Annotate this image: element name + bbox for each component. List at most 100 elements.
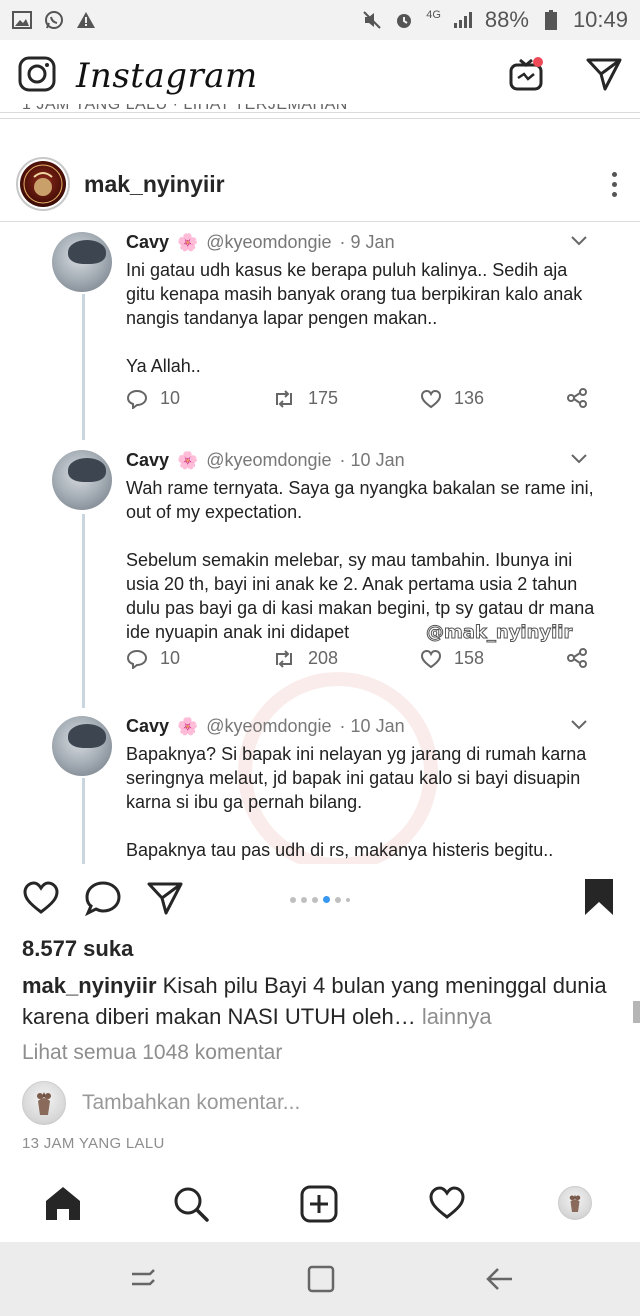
image-watermark-tag: @mak_nyinyiir (425, 622, 573, 644)
tweet-header: Cavy 🌸 @kyeomdongie · 9 Jan (126, 232, 395, 253)
tweet-date: · 10 Jan (339, 716, 405, 736)
post-author-username[interactable]: mak_nyinyiir (84, 171, 225, 198)
carousel-dot (346, 897, 350, 902)
previous-post-meta: 1 JAM YANG LALU · LIHAT TERJEMAHAN (22, 104, 348, 113)
likes-count[interactable]: 8.577 suka (22, 936, 133, 962)
avatar-logo (20, 161, 66, 207)
tweet-author-name: Cavy (126, 450, 170, 470)
profile-avatar[interactable] (558, 1186, 592, 1220)
signal-icon (453, 10, 473, 30)
previous-post-divider (0, 118, 640, 119)
post-image[interactable]: Cavy 🌸 @kyeomdongie · 9 Jan Ini gatau ud… (0, 222, 640, 864)
tweet-header: Cavy 🌸 @kyeomdongie · 10 Jan (126, 716, 405, 737)
retweet-icon (276, 649, 292, 668)
status-bar-right: 4G 88% 10:49 (362, 7, 628, 33)
carousel-dot (335, 896, 341, 903)
caption-more-link[interactable]: lainnya (416, 1004, 492, 1029)
post-header: mak_nyinyiir (0, 148, 640, 220)
tweet-paragraph: Ini gatau udh kasus ke berapa puluh kali… (126, 260, 583, 328)
scrollbar[interactable] (633, 1001, 640, 1023)
clock: 10:49 (572, 7, 628, 32)
carousel-dot-active (323, 896, 330, 903)
whatsapp-icon (44, 10, 64, 30)
add-comment-input[interactable]: Tambahkan komentar... (82, 1091, 300, 1115)
igtv-icon[interactable] (508, 56, 544, 97)
carousel-indicator (290, 896, 350, 903)
view-all-comments-link[interactable]: Lihat semua 1048 komentar (22, 1041, 282, 1065)
tweet-paragraph: Bapaknya tau pas udh di rs, makanya hist… (126, 840, 554, 860)
share-icon (566, 388, 588, 408)
status-bar: 4G 88% 10:49 (0, 0, 640, 40)
caption-username[interactable]: mak_nyinyiir (22, 973, 157, 998)
like-heart-icon[interactable] (22, 880, 60, 921)
tweet-author-name: Cavy (126, 232, 170, 252)
status-bar-left (12, 10, 96, 30)
carousel-dot (290, 896, 296, 903)
tweet-date: · 10 Jan (339, 450, 405, 470)
reply-count: 10 (126, 388, 180, 409)
tweet-actions: 10 208 158 (126, 648, 596, 674)
thread-line (82, 514, 85, 708)
tweet-handle: @kyeomdongie (206, 232, 332, 252)
chevron-down-icon (570, 452, 588, 470)
system-navigation-bar (0, 1242, 640, 1316)
flower-emoji: 🌸 (177, 716, 199, 736)
chevron-down-icon (570, 718, 588, 736)
direct-message-icon[interactable] (586, 57, 622, 96)
tweet-paragraph: Bapaknya? Si bapak ini nelayan yg jarang… (126, 744, 587, 812)
app-header: Instagram (0, 40, 640, 112)
save-bookmark-icon[interactable] (584, 878, 614, 921)
alarm-icon (394, 10, 414, 30)
post-timestamp: 13 JAM YANG LALU (22, 1135, 165, 1152)
post-author-avatar[interactable] (16, 157, 70, 211)
tweet-author-name: Cavy (126, 716, 170, 736)
bottom-navigation (0, 1166, 640, 1242)
add-post-icon[interactable] (300, 1185, 338, 1228)
home-button-icon[interactable] (306, 1264, 336, 1299)
heart-icon (420, 389, 442, 408)
carousel-dot (312, 896, 318, 903)
tweet-paragraph: Ya Allah.. (126, 356, 201, 376)
thread-line (82, 778, 85, 864)
tweet-avatar (52, 232, 112, 292)
header-divider (0, 112, 640, 113)
retweet-icon (276, 389, 292, 408)
current-user-avatar (22, 1081, 66, 1125)
chevron-down-icon (570, 234, 588, 252)
tweet-text: Ini gatau udh kasus ke berapa puluh kali… (126, 258, 596, 402)
activity-heart-icon[interactable] (428, 1185, 466, 1226)
retweet-count: 175 (272, 388, 338, 409)
flower-emoji: 🌸 (177, 232, 199, 252)
share-icon (566, 648, 588, 668)
battery-icon (541, 10, 561, 30)
comment-icon[interactable] (84, 880, 122, 921)
reply-icon (126, 649, 148, 669)
flower-emoji: 🌸 (177, 450, 199, 470)
tweet-avatar (52, 450, 112, 510)
tweet-handle: @kyeomdongie (206, 716, 332, 736)
battery-percentage: 88% (484, 7, 529, 32)
like-count: 158 (420, 648, 484, 669)
tweet-handle: @kyeomdongie (206, 450, 332, 470)
home-icon[interactable] (44, 1185, 82, 1226)
carousel-dot (301, 896, 307, 903)
network-type: 4G (426, 9, 441, 21)
heart-icon (420, 649, 442, 668)
tweet-avatar (52, 716, 112, 776)
tweet-header: Cavy 🌸 @kyeomdongie · 10 Jan (126, 450, 405, 471)
mute-icon (362, 10, 382, 30)
warning-icon (76, 10, 96, 30)
back-icon[interactable] (484, 1264, 516, 1299)
reply-count: 10 (126, 648, 180, 669)
like-count: 136 (420, 388, 484, 409)
search-icon[interactable] (172, 1185, 210, 1228)
recent-apps-icon[interactable] (128, 1264, 158, 1299)
camera-icon[interactable] (18, 56, 56, 97)
instagram-logo[interactable]: Instagram (76, 56, 258, 96)
more-options-icon[interactable] (604, 171, 624, 197)
post-action-bar (0, 872, 640, 928)
tweet-actions: 10 175 136 (126, 388, 596, 414)
add-comment-row[interactable]: Tambahkan komentar... (22, 1080, 300, 1126)
share-direct-icon[interactable] (146, 880, 184, 921)
post-caption: mak_nyinyiir Kisah pilu Bayi 4 bulan yan… (22, 970, 622, 1032)
